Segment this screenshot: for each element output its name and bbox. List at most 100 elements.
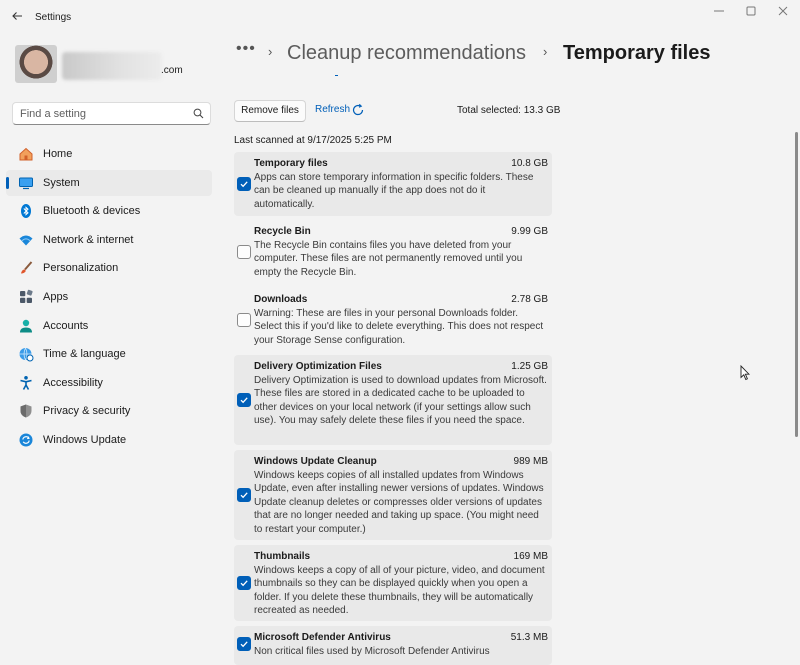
focus-mark [335, 75, 338, 76]
breadcrumb-parent-link[interactable]: Cleanup recommendations [287, 42, 526, 65]
file-description: Warning: These are files in your persona… [254, 308, 544, 346]
file-size: 9.99 GB [511, 226, 548, 237]
checkmark-icon [240, 641, 248, 648]
last-scanned: Last scanned at 9/17/2025 5:25 PM [234, 135, 392, 146]
close-button[interactable] [776, 6, 790, 20]
checkbox-checked[interactable] [237, 637, 251, 651]
file-name: Recycle Bin [254, 226, 311, 237]
search-box[interactable] [12, 102, 211, 125]
sidebar-item-label: Time & language [43, 348, 126, 361]
sidebar-item-accounts[interactable]: Accounts [6, 313, 212, 339]
apps-icon [20, 289, 33, 303]
sidebar-item-label: Network & internet [43, 233, 134, 246]
file-size: 10.8 GB [511, 158, 548, 169]
search-input[interactable] [20, 107, 190, 121]
mouse-cursor-icon [740, 365, 750, 381]
update-icon [19, 433, 33, 447]
file-size: 51.3 MB [510, 632, 548, 643]
sidebar-item-label: Privacy & security [43, 405, 131, 418]
shield-icon [20, 404, 32, 418]
file-row-defender-antivirus[interactable]: Microsoft Defender Antivirus 51.3 MB Non… [234, 626, 552, 665]
file-row-windows-update-cleanup[interactable]: Windows Update Cleanup 989 MB Windows ke… [234, 450, 552, 540]
file-row-recycle-bin[interactable]: Recycle Bin 9.99 GB The Recycle Bin cont… [234, 220, 552, 284]
breadcrumb-overflow-button[interactable]: ••• [236, 40, 256, 58]
close-icon [778, 6, 788, 16]
sidebar-item-windows-update[interactable]: Windows Update [6, 427, 212, 453]
remove-files-button[interactable]: Remove files [234, 100, 306, 122]
home-icon [19, 147, 33, 161]
accessibility-icon [20, 375, 32, 390]
sidebar-item-label: Accessibility [43, 376, 103, 389]
wifi-icon [19, 235, 33, 246]
app-title: Settings [35, 12, 72, 23]
back-arrow-icon [12, 12, 22, 20]
total-selected: Total selected: 13.3 GB [457, 105, 561, 116]
maximize-icon [746, 6, 756, 16]
sidebar-item-label: Home [43, 148, 73, 160]
sidebar-item-accessibility[interactable]: Accessibility [6, 370, 212, 396]
sidebar-item-home[interactable]: Home [6, 141, 212, 167]
file-size: 1.25 GB [511, 361, 548, 372]
selection-indicator [6, 176, 9, 189]
person-icon [20, 319, 32, 333]
profile-name-blurred [62, 52, 162, 80]
sidebar-item-label: Personalization [43, 262, 119, 275]
file-name: Windows Update Cleanup [254, 456, 377, 467]
sidebar-item-system[interactable]: System [6, 169, 212, 196]
file-size: 2.78 GB [511, 294, 548, 305]
refresh-link[interactable]: Refresh [315, 104, 350, 115]
bluetooth-icon [21, 204, 31, 219]
breadcrumb-separator: › [543, 44, 548, 59]
file-name: Temporary files [254, 158, 328, 169]
file-name: Delivery Optimization Files [254, 361, 382, 372]
file-description: Non critical files used by Microsoft Def… [254, 646, 490, 657]
scrollbar-thumb[interactable] [795, 132, 798, 437]
file-size: 169 MB [513, 551, 548, 562]
file-size: 989 MB [513, 456, 548, 467]
sidebar-nav: Home System Bluetooth & devices Network … [6, 141, 212, 456]
page-title: Temporary files [563, 42, 711, 64]
file-name: Downloads [254, 294, 308, 305]
checkbox-unchecked[interactable] [237, 245, 251, 259]
checkbox-unchecked[interactable] [237, 313, 251, 327]
search-icon [193, 108, 204, 119]
file-name: Microsoft Defender Antivirus [254, 632, 391, 643]
maximize-button[interactable] [744, 6, 758, 20]
file-row-temporary-files[interactable]: Temporary files 10.8 GB Apps can store t… [234, 152, 552, 216]
monitor-icon [19, 177, 33, 189]
checkmark-icon [240, 181, 248, 188]
file-row-thumbnails[interactable]: Thumbnails 169 MB Windows keeps a copy o… [234, 545, 552, 621]
sidebar-item-label: Windows Update [43, 433, 127, 446]
sidebar-item-apps[interactable]: Apps [6, 284, 212, 310]
breadcrumb-separator: › [268, 44, 273, 59]
back-button[interactable] [10, 10, 24, 24]
sidebar-item-personalization[interactable]: Personalization [6, 255, 212, 281]
sidebar-item-time-language[interactable]: Time & language [6, 341, 212, 367]
checkbox-checked[interactable] [237, 576, 251, 590]
sidebar-item-label: Apps [43, 290, 69, 303]
file-description: The Recycle Bin contains files you have … [254, 240, 523, 278]
checkbox-checked[interactable] [237, 488, 251, 502]
sidebar-item-label: System [43, 176, 80, 189]
minimize-icon [714, 10, 724, 12]
checkbox-checked[interactable] [237, 393, 251, 407]
minimize-button[interactable] [712, 6, 726, 20]
sidebar-item-label: Accounts [43, 319, 89, 332]
sidebar-item-bluetooth[interactable]: Bluetooth & devices [6, 198, 212, 224]
file-description: Windows keeps copies of all installed up… [254, 470, 544, 535]
file-description: Delivery Optimization is used to downloa… [254, 375, 547, 427]
file-row-downloads[interactable]: Downloads 2.78 GB Warning: These are fil… [234, 288, 552, 352]
checkmark-icon [240, 580, 248, 587]
file-description: Apps can store temporary information in … [254, 172, 534, 210]
title-bar: Settings [0, 0, 800, 34]
sidebar-item-label: Bluetooth & devices [43, 205, 141, 218]
checkmark-icon [240, 397, 248, 404]
sidebar-item-privacy-security[interactable]: Privacy & security [6, 398, 212, 424]
brush-icon [21, 261, 33, 274]
file-row-delivery-optimization[interactable]: Delivery Optimization Files 1.25 GB Deli… [234, 355, 552, 445]
sidebar-item-network[interactable]: Network & internet [6, 227, 212, 253]
profile-email: .com [161, 65, 183, 76]
checkbox-checked[interactable] [237, 177, 251, 191]
avatar[interactable] [15, 45, 57, 83]
refresh-icon[interactable] [351, 103, 365, 117]
